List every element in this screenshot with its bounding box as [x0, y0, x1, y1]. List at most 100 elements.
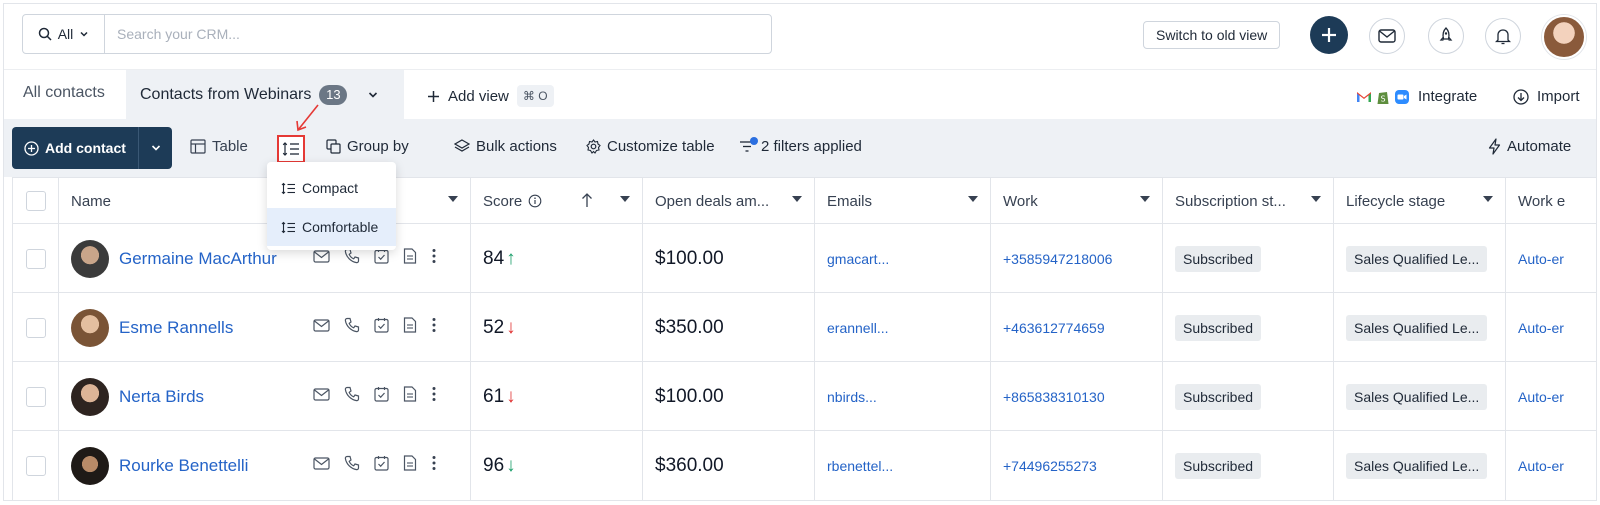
- note-icon[interactable]: [403, 455, 417, 471]
- phone-icon[interactable]: [344, 455, 360, 471]
- gear-icon: [586, 139, 601, 154]
- mail-icon[interactable]: [313, 387, 330, 401]
- group-by-button[interactable]: Group by: [326, 138, 409, 155]
- mail-icon[interactable]: [313, 456, 330, 470]
- more-options-icon[interactable]: [431, 386, 437, 402]
- switch-to-old-view-button[interactable]: Switch to old view: [1143, 21, 1281, 49]
- phone-icon[interactable]: [344, 248, 360, 264]
- column-menu-caret[interactable]: [792, 196, 802, 202]
- bulk-actions-button[interactable]: Bulk actions: [454, 138, 557, 155]
- density-option-compact[interactable]: Compact: [267, 169, 396, 207]
- note-icon[interactable]: [403, 317, 417, 333]
- column-header-lifecycle[interactable]: Lifecycle stage: [1334, 178, 1506, 224]
- subscription-cell: Subscribed: [1163, 362, 1334, 431]
- automate-button[interactable]: Automate: [1488, 138, 1571, 155]
- column-menu-caret[interactable]: [1483, 196, 1493, 202]
- contact-name-link[interactable]: Rourke Benettelli: [119, 456, 248, 476]
- select-all-checkbox[interactable]: [26, 191, 46, 211]
- filters-button[interactable]: 2 filters applied: [739, 137, 862, 155]
- contact-name-link[interactable]: Nerta Birds: [119, 387, 204, 407]
- phone-link[interactable]: +463612774659: [1003, 320, 1105, 336]
- email-link[interactable]: rbenettel...: [827, 458, 893, 474]
- chevron-down-icon: [151, 145, 160, 151]
- score-cell: 96 ↓: [471, 431, 643, 500]
- table-view-button[interactable]: Table: [190, 138, 248, 155]
- column-menu-caret[interactable]: [620, 196, 630, 202]
- work-email-link[interactable]: Auto-er: [1518, 389, 1564, 405]
- row-density-button[interactable]: [277, 135, 305, 163]
- column-header-subscription[interactable]: Subscription st...: [1163, 178, 1334, 224]
- customize-table-button[interactable]: Customize table: [586, 138, 715, 155]
- search-scope-dropdown[interactable]: All: [23, 15, 105, 53]
- add-view-button[interactable]: Add view ⌘ O: [427, 85, 554, 107]
- column-menu-caret[interactable]: [448, 196, 458, 202]
- tab-all-contacts[interactable]: All contacts: [23, 84, 105, 102]
- column-menu-caret[interactable]: [1140, 196, 1150, 202]
- tab-label: Contacts from Webinars: [140, 85, 312, 103]
- task-icon[interactable]: [374, 386, 389, 402]
- chevron-down-icon: [80, 31, 88, 37]
- density-option-comfortable[interactable]: Comfortable: [267, 208, 396, 246]
- note-icon[interactable]: [403, 386, 417, 402]
- plus-icon: [1322, 28, 1336, 42]
- row-checkbox[interactable]: [26, 455, 46, 476]
- mail-icon[interactable]: [313, 318, 330, 332]
- contact-name-link[interactable]: Esme Rannells: [119, 318, 233, 338]
- notifications-button[interactable]: [1485, 18, 1521, 54]
- user-avatar[interactable]: [1542, 15, 1586, 59]
- more-options-icon[interactable]: [431, 248, 437, 264]
- work-email-link[interactable]: Auto-er: [1518, 458, 1564, 474]
- more-options-icon[interactable]: [431, 455, 437, 471]
- customize-table-label: Customize table: [607, 138, 715, 155]
- column-header-name[interactable]: Name: [59, 178, 471, 224]
- open-deals-cell: $350.00: [643, 293, 815, 362]
- chevron-down-icon[interactable]: [367, 89, 379, 101]
- column-header-work[interactable]: Work: [991, 178, 1163, 224]
- column-menu-caret[interactable]: [968, 196, 978, 202]
- launch-button[interactable]: [1428, 18, 1464, 54]
- filters-label: 2 filters applied: [761, 138, 862, 155]
- row-actions: [313, 386, 437, 402]
- work-email-link[interactable]: Auto-er: [1518, 251, 1564, 267]
- quick-add-button[interactable]: [1310, 16, 1348, 54]
- row-actions: [313, 455, 437, 471]
- column-menu-caret[interactable]: [1311, 196, 1321, 202]
- mail-icon[interactable]: [313, 249, 330, 263]
- email-link[interactable]: gmacart...: [827, 251, 889, 267]
- search-scope-label: All: [57, 26, 74, 42]
- work-email-link[interactable]: Auto-er: [1518, 320, 1564, 336]
- row-checkbox[interactable]: [26, 248, 46, 269]
- column-header-open-deals[interactable]: Open deals am...: [643, 178, 815, 224]
- phone-link[interactable]: +3585947218006: [1003, 251, 1112, 267]
- sort-ascending-icon[interactable]: [581, 192, 593, 208]
- lifecycle-cell: Sales Qualified Le...: [1334, 293, 1506, 362]
- column-label: Work: [1003, 192, 1038, 210]
- contact-name-link[interactable]: Germaine MacArthur: [119, 249, 277, 269]
- phone-link[interactable]: +865838310130: [1003, 389, 1105, 405]
- filter-active-dot: [750, 137, 758, 145]
- task-icon[interactable]: [374, 317, 389, 333]
- email-link[interactable]: nbirds...: [827, 389, 877, 405]
- row-checkbox[interactable]: [26, 386, 46, 407]
- more-options-icon[interactable]: [431, 317, 437, 333]
- mail-button[interactable]: [1369, 18, 1405, 54]
- note-icon[interactable]: [403, 248, 417, 264]
- column-header-work-email[interactable]: Work e: [1506, 178, 1596, 224]
- import-button[interactable]: Import: [1513, 88, 1580, 105]
- phone-icon[interactable]: [344, 386, 360, 402]
- tab-contacts-from-webinars[interactable]: Contacts from Webinars 13: [126, 70, 404, 119]
- phone-link[interactable]: +74496255273: [1003, 458, 1097, 474]
- search-input[interactable]: [105, 15, 771, 53]
- column-header-score[interactable]: Score: [471, 178, 643, 224]
- add-contact-dropdown[interactable]: [138, 127, 172, 169]
- row-checkbox[interactable]: [26, 317, 46, 338]
- phone-icon[interactable]: [344, 317, 360, 333]
- table-header-row: Name Score Open deals am... Emails Work: [13, 178, 1596, 224]
- plus-icon: [428, 90, 439, 102]
- add-contact-button[interactable]: Add contact: [12, 127, 138, 169]
- integrate-button[interactable]: S Integrate: [1356, 88, 1477, 105]
- task-icon[interactable]: [374, 248, 389, 264]
- column-header-emails[interactable]: Emails: [815, 178, 991, 224]
- task-icon[interactable]: [374, 455, 389, 471]
- email-link[interactable]: erannell...: [827, 320, 888, 336]
